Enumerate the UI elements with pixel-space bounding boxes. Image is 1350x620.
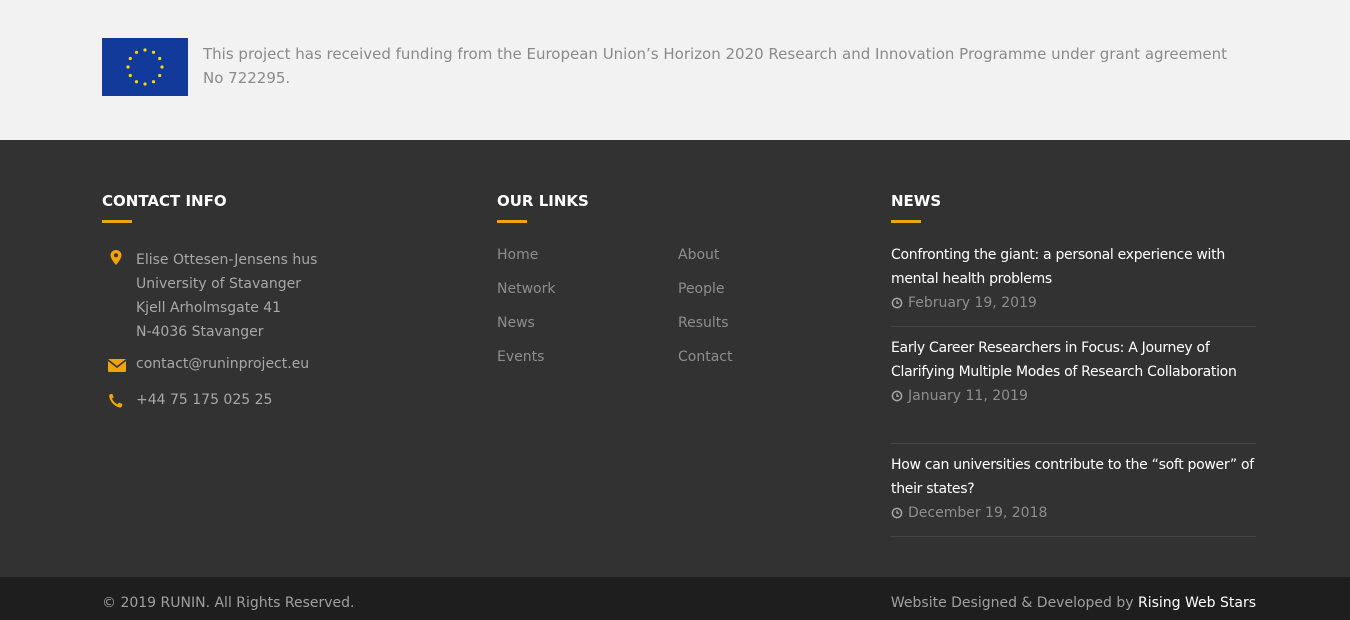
eu-flag-icon <box>102 38 188 96</box>
news-date-text: January 11, 2019 <box>908 388 1028 404</box>
phone-link[interactable]: +44 75 175 025 25 <box>136 388 272 412</box>
heading-underline <box>891 220 921 223</box>
news-item: Confronting the giant: a personal experi… <box>891 243 1256 317</box>
news-date-text: December 19, 2018 <box>908 505 1048 521</box>
clock-icon <box>891 386 903 410</box>
news-divider <box>891 326 1256 327</box>
our-links-heading: OUR LINKS <box>497 192 589 210</box>
news-heading: NEWS <box>891 192 942 210</box>
news-date: January 11, 2019 <box>891 384 1256 410</box>
address-line: Kjell Arholmsgate 41 <box>136 300 282 316</box>
news-date-text: February 19, 2019 <box>908 295 1037 311</box>
news-item: How can universities contribute to the “… <box>891 453 1256 527</box>
address-line: N-4036 Stavanger <box>136 324 264 340</box>
news-title-link[interactable]: Confronting the giant: a personal experi… <box>891 243 1256 291</box>
developer-link[interactable]: Rising Web Stars <box>1138 595 1256 611</box>
footer-link-people[interactable]: People <box>678 279 725 299</box>
funding-banner: This project has received funding from t… <box>0 0 1350 140</box>
footer-link-events[interactable]: Events <box>497 347 544 367</box>
footer-link-about[interactable]: About <box>678 245 719 265</box>
news-date: December 19, 2018 <box>891 501 1256 527</box>
copyright-text: © 2019 RUNIN. All Rights Reserved. <box>102 595 355 611</box>
envelope-icon <box>102 357 127 377</box>
news-title-link[interactable]: How can universities contribute to the “… <box>891 453 1256 501</box>
footer-link-home[interactable]: Home <box>497 245 538 265</box>
footer-link-network[interactable]: Network <box>497 279 555 299</box>
credits-text: Website Designed & Developed by Rising W… <box>891 595 1256 611</box>
heading-underline <box>497 220 527 223</box>
address-line: University of Stavanger <box>136 276 301 292</box>
funding-statement: This project has received funding from t… <box>203 45 1228 87</box>
address-text: Elise Ottesen-Jensens hus University of … <box>136 248 317 344</box>
news-date: February 19, 2019 <box>891 291 1256 317</box>
heading-underline <box>102 220 132 223</box>
news-item: Early Career Researchers in Focus: A Jou… <box>891 336 1256 410</box>
phone-icon <box>102 391 126 411</box>
clock-icon <box>891 293 903 317</box>
footer-link-news[interactable]: News <box>497 313 535 333</box>
clock-icon <box>891 503 903 527</box>
footer-link-results[interactable]: Results <box>678 313 729 333</box>
address-line: Elise Ottesen-Jensens hus <box>136 252 318 268</box>
news-title-link[interactable]: Early Career Researchers in Focus: A Jou… <box>891 336 1256 384</box>
news-divider <box>891 443 1256 444</box>
news-divider <box>891 536 1256 537</box>
contact-info-heading: CONTACT INFO <box>102 192 227 210</box>
site-footer: CONTACT INFO Elise Ottesen-Jensens hus U… <box>0 140 1350 577</box>
email-link[interactable]: contact@runinproject.eu <box>136 352 309 376</box>
footer-link-contact[interactable]: Contact <box>678 347 732 367</box>
map-marker-icon <box>102 248 126 268</box>
credits-prefix: Website Designed & Developed by <box>890 595 1134 611</box>
copyright-bar: © 2019 RUNIN. All Rights Reserved. Websi… <box>0 577 1350 620</box>
